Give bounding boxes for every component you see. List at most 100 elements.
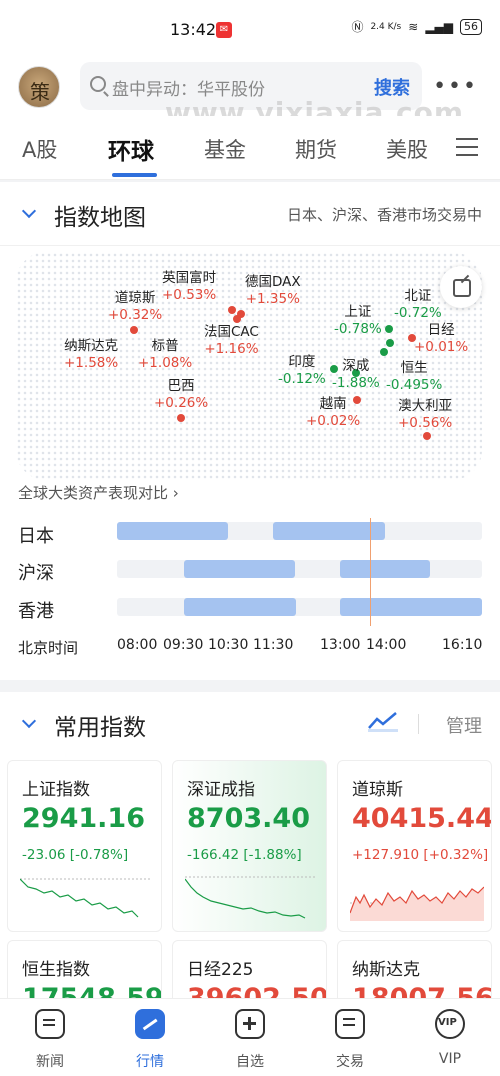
row-label-japan: 日本 (18, 526, 54, 547)
market-nasdaq[interactable]: 纳斯达克 +1.58% (64, 338, 118, 372)
map-dot (177, 414, 185, 422)
market-vietnam[interactable]: 越南 +0.02% (306, 396, 360, 430)
market-tabs: A股 环球 基金 期货 美股 (0, 116, 500, 180)
market-name: 恒生 (400, 360, 428, 376)
news-icon (35, 1009, 65, 1039)
external-link-icon[interactable] (440, 266, 482, 308)
avatar[interactable]: 策 (18, 66, 60, 108)
map-dot (386, 339, 394, 347)
wifi-icon: ≋ (408, 19, 419, 34)
index-price: 8703.40 (187, 803, 310, 834)
search-placeholder: 盘中异动：华平股份 (112, 80, 265, 100)
session-bar (340, 560, 430, 578)
bottom-navigation: 新闻 行情 自选 交易 VIP (0, 998, 500, 1076)
market-name: 印度 (288, 354, 316, 370)
manage-button[interactable]: 管理 (446, 712, 482, 738)
market-cac[interactable]: 法国CAC +1.16% (204, 324, 259, 358)
market-change: +0.26% (154, 395, 209, 411)
nav-trade[interactable]: 交易 (310, 1009, 390, 1071)
menu-icon[interactable] (456, 138, 478, 156)
market-change: +0.56% (398, 415, 453, 431)
market-dax[interactable]: 德国DAX +1.35% (245, 274, 301, 308)
market-change: +0.01% (414, 339, 469, 355)
search-icon (90, 76, 106, 92)
index-name: 道琼斯 (352, 780, 403, 800)
session-bar (117, 522, 228, 540)
top-header: 策 盘中异动：华平股份 搜索 ••• www.yixiaxia.com (0, 60, 500, 129)
timezone-label: 北京时间 (18, 639, 79, 657)
index-name: 纳斯达克 (352, 960, 420, 980)
market-name: 日经 (427, 322, 455, 338)
time-tick: 11:30 (253, 637, 294, 653)
chevron-down-icon (21, 203, 37, 219)
map-dot (423, 432, 431, 440)
trend-chart-icon[interactable] (368, 710, 398, 732)
nav-watchlist[interactable]: 自选 (210, 1009, 290, 1071)
session-track-hongkong (117, 598, 482, 616)
network-speed: 2.4 K/s (370, 21, 402, 32)
tab-us-stocks[interactable]: 美股 (386, 134, 428, 164)
market-change: -0.12% (278, 371, 326, 387)
index-map-section: 指数地图 日本、沪深、香港市场交易中 英国富时 +0.53% 德国DAX +1.35… (0, 182, 500, 680)
chevron-down-icon (21, 713, 37, 729)
common-indices-header[interactable]: 常用指数 管理 (0, 692, 500, 756)
section-title: 常用指数 (54, 715, 146, 741)
add-icon (235, 1009, 265, 1039)
tab-global[interactable]: 环球 (108, 132, 154, 166)
market-change: +1.08% (138, 355, 193, 371)
tab-funds[interactable]: 基金 (204, 134, 246, 164)
search-bar[interactable]: 盘中异动：华平股份 搜索 (80, 62, 422, 110)
nav-market[interactable]: 行情 (110, 1009, 190, 1071)
more-options-icon[interactable]: ••• (433, 74, 478, 99)
vip-icon (435, 1009, 465, 1039)
market-ftse[interactable]: 英国富时 +0.53% (162, 270, 216, 304)
nav-news[interactable]: 新闻 (10, 1009, 90, 1071)
row-label-hongkong: 香港 (18, 601, 54, 622)
market-dow[interactable]: 道琼斯 +0.32% (108, 290, 162, 324)
market-name: 德国DAX (245, 274, 301, 290)
signal-icon: ▂▄▆ (425, 19, 453, 34)
market-hangseng[interactable]: 恒生 -0.495% (386, 360, 442, 394)
market-sp500[interactable]: 标普 +1.08% (138, 338, 192, 372)
index-card-shenzhen[interactable]: 深证成指 8703.40 -166.42 [-1.88%] (172, 760, 327, 932)
market-name: 上证 (344, 304, 372, 320)
index-map-header[interactable]: 指数地图 日本、沪深、香港市场交易中 (0, 182, 500, 246)
market-change: +0.53% (162, 287, 217, 303)
index-name: 恒生指数 (22, 960, 90, 980)
market-brazil[interactable]: 巴西 +0.26% (154, 378, 208, 412)
time-tick: 16:10 (442, 637, 483, 653)
market-shanghai[interactable]: 上证 -0.78% (334, 304, 382, 338)
market-change: -0.72% (394, 305, 442, 321)
session-bar (340, 598, 482, 616)
sparkline (350, 886, 484, 921)
trading-status-note: 日本、沪深、香港市场交易中 (286, 206, 482, 224)
nav-label: 新闻 (36, 1054, 64, 1070)
market-india[interactable]: 印度 -0.12% (278, 354, 326, 388)
market-nikkei[interactable]: 日经 +0.01% (414, 322, 468, 356)
search-button[interactable]: 搜索 (374, 74, 410, 100)
status-bar: 13:42 ✉ Ⓝ 2.4 K/s ≋ ▂▄▆ 56 (0, 0, 500, 60)
market-shenzhen[interactable]: 深成 -1.88% (332, 358, 380, 392)
trade-icon (335, 1009, 365, 1039)
map-dot (228, 306, 236, 314)
divider (418, 714, 419, 734)
index-card-shanghai[interactable]: 上证指数 2941.16 -23.06 [-0.78%] (7, 760, 162, 932)
market-change: -1.88% (332, 375, 380, 391)
row-label-shanghai-shenzhen: 沪深 (18, 563, 54, 584)
status-icons: Ⓝ 2.4 K/s ≋ ▂▄▆ 56 (351, 18, 482, 35)
market-change: +1.35% (245, 291, 300, 307)
market-name: 标普 (151, 338, 179, 354)
market-change: +0.02% (306, 413, 361, 429)
index-price: 40415.44 (352, 803, 492, 834)
index-name: 日经225 (187, 960, 254, 980)
nav-vip[interactable]: VIP (410, 1009, 490, 1067)
tab-futures[interactable]: 期货 (295, 134, 337, 164)
asset-comparison-link[interactable]: 全球大类资产表现对比 › (18, 482, 179, 503)
market-beijing[interactable]: 北证 -0.72% (394, 288, 442, 322)
index-card-dowjones[interactable]: 道琼斯 40415.44 +127.910 [+0.32%] (337, 760, 492, 932)
market-australia[interactable]: 澳大利亚 +0.56% (398, 398, 452, 432)
index-name: 深证成指 (187, 780, 255, 800)
market-name: 澳大利亚 (398, 398, 453, 414)
tab-a-shares[interactable]: A股 (22, 134, 57, 164)
session-bar (184, 560, 295, 578)
